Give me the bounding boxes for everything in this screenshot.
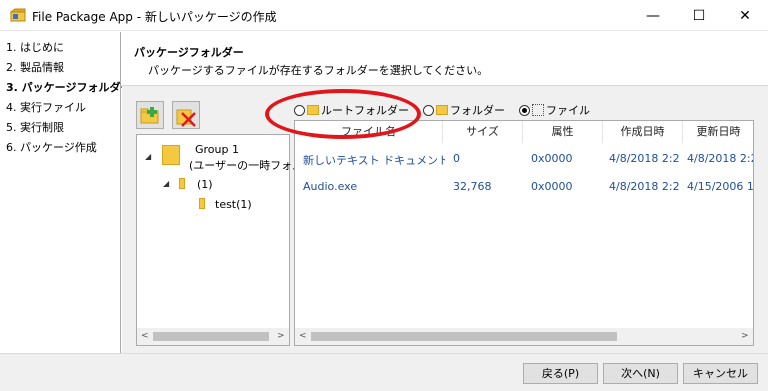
column-header-created[interactable]: 作成日時	[603, 121, 683, 143]
tree-node-test[interactable]: test(1)	[215, 198, 252, 211]
highlight-annotation	[265, 89, 421, 139]
radio-file[interactable]: ファイル	[519, 102, 590, 118]
radio-folder-circle[interactable]	[423, 104, 434, 116]
title-bar: File Package App - 新しいパッケージの作成 — ☐ ✕	[0, 0, 768, 31]
table-cell-attributes: 0x0000	[531, 180, 573, 193]
scroll-thumb[interactable]	[311, 332, 617, 341]
folder-icon	[199, 198, 205, 209]
tree-node-child[interactable]: (1)	[197, 178, 213, 191]
scroll-thumb[interactable]	[153, 332, 269, 341]
add-folder-icon	[140, 107, 159, 124]
step-create-package: 6. パッケージ作成	[6, 141, 97, 154]
tree-node-group1-sub[interactable]: (ユーザーの一時フォル	[189, 157, 303, 173]
scroll-right-icon[interactable]: >	[277, 331, 285, 341]
folder-icon	[162, 145, 180, 165]
step-intro: 1. はじめに	[6, 41, 64, 54]
page-header: パッケージフォルダー パッケージするファイルが存在するフォルダーを選択してくださ…	[122, 32, 768, 86]
scroll-left-icon[interactable]: <	[141, 331, 149, 341]
maximize-button[interactable]: ☐	[676, 0, 722, 31]
step-executable: 4. 実行ファイル	[6, 101, 86, 114]
back-button[interactable]: 戻る(P)	[523, 363, 598, 384]
button-bar: 戻る(P) 次へ(N) キャンセル	[0, 353, 768, 391]
table-cell-filename[interactable]: Audio.exe	[303, 180, 445, 193]
cancel-button[interactable]: キャンセル	[683, 363, 758, 384]
table-cell-modified: 4/15/2006 1	[687, 180, 754, 193]
folder-icon	[436, 105, 448, 115]
app-package-icon	[10, 8, 26, 22]
table-cell-modified: 4/8/2018 2:2	[687, 152, 754, 165]
column-header-size[interactable]: サイズ	[443, 121, 523, 143]
remove-folder-button[interactable]	[172, 101, 200, 129]
file-icon	[532, 104, 544, 116]
page-description: パッケージするファイルが存在するフォルダーを選択してください。	[148, 64, 489, 77]
folder-icon	[179, 178, 185, 189]
minimize-button[interactable]: —	[630, 0, 676, 31]
radio-file-circle[interactable]	[519, 104, 530, 116]
scroll-left-icon[interactable]: <	[299, 331, 307, 341]
file-list[interactable]: ファイル名 サイズ 属性 作成日時 更新日時 新しいテキスト ドキュメント.tx…	[294, 120, 754, 346]
radio-folder[interactable]: フォルダー	[423, 102, 505, 118]
table-cell-created: 4/8/2018 2:2	[609, 180, 680, 193]
wizard-steps: 1. はじめに 2. 製品情報 3. パッケージフォルダー 4. 実行ファイル …	[0, 32, 132, 353]
tree-horizontal-scrollbar[interactable]: < >	[137, 328, 289, 345]
table-cell-size: 32,768	[453, 180, 492, 193]
table-cell-filename[interactable]: 新しいテキスト ドキュメント.txt	[303, 152, 445, 168]
add-folder-button[interactable]	[136, 101, 164, 129]
table-cell-attributes: 0x0000	[531, 152, 573, 165]
scroll-right-icon[interactable]: >	[741, 331, 749, 341]
radio-file-label: ファイル	[546, 104, 590, 117]
next-button[interactable]: 次へ(N)	[603, 363, 678, 384]
column-header-attributes[interactable]: 属性	[523, 121, 603, 143]
close-button[interactable]: ✕	[722, 0, 768, 31]
file-list-horizontal-scrollbar[interactable]: < >	[295, 328, 753, 345]
folder-tree[interactable]: ◢ Group 1 (ユーザーの一時フォル ◢ (1) test(1) < >	[136, 134, 303, 346]
column-header-modified[interactable]: 更新日時	[683, 121, 753, 143]
window-title: File Package App - 新しいパッケージの作成	[32, 10, 277, 24]
tree-node-group1[interactable]: Group 1	[195, 143, 239, 156]
table-cell-size: 0	[453, 152, 460, 165]
collapse-arrow-icon[interactable]: ◢	[163, 179, 169, 188]
remove-folder-icon	[176, 109, 196, 127]
page-title: パッケージフォルダー	[134, 46, 244, 59]
step-restrictions: 5. 実行制限	[6, 121, 64, 134]
main-panel: パッケージフォルダー パッケージするファイルが存在するフォルダーを選択してくださ…	[122, 32, 768, 353]
table-cell-created: 4/8/2018 2:2	[609, 152, 680, 165]
radio-folder-label: フォルダー	[450, 104, 505, 117]
step-product-info: 2. 製品情報	[6, 61, 64, 74]
collapse-arrow-icon[interactable]: ◢	[145, 152, 151, 161]
step-package-folder: 3. パッケージフォルダー	[6, 81, 132, 94]
